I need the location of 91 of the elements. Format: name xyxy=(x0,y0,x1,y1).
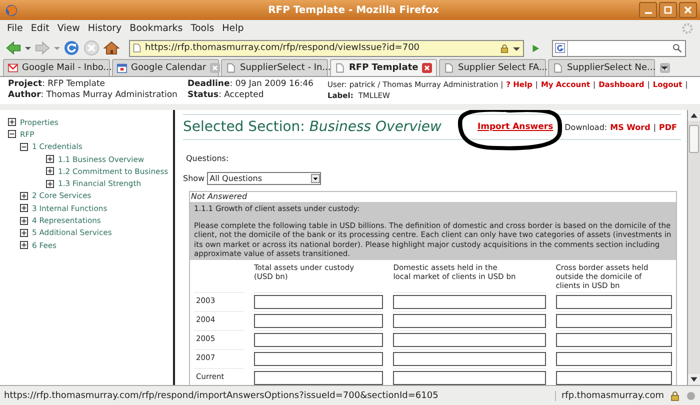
answer-input[interactable] xyxy=(393,333,546,348)
menu-item[interactable]: File xyxy=(3,23,27,34)
browser-tab[interactable]: Google Mail - Inbo... xyxy=(3,59,110,76)
home-button[interactable] xyxy=(103,40,120,56)
dropdown-caret-icon xyxy=(310,174,320,183)
reload-button[interactable] xyxy=(63,40,80,56)
separator-text: | xyxy=(653,122,656,132)
answer-input[interactable] xyxy=(254,352,384,366)
expand-icon[interactable] xyxy=(20,228,28,237)
page-icon xyxy=(553,63,563,73)
back-button[interactable] xyxy=(5,40,22,56)
status-circle-icon xyxy=(686,390,696,400)
show-label: Show xyxy=(183,174,205,183)
status-url-text: https://rfp.thomasmurray.com/rfp/respond/importAnswersOptions?issueId=700&sectionId=6105 xyxy=(4,390,440,400)
activity-gear-icon xyxy=(681,22,694,35)
menu-item[interactable]: View xyxy=(53,23,84,34)
maximize-button[interactable] xyxy=(659,2,677,18)
answer-input[interactable] xyxy=(556,295,672,310)
project-info-text: Author: Thomas Murray Administration xyxy=(8,90,178,101)
expand-icon[interactable] xyxy=(20,216,28,225)
expand-icon[interactable] xyxy=(20,192,28,200)
expand-icon[interactable] xyxy=(20,204,28,212)
answer-input[interactable] xyxy=(254,371,384,385)
answer-status: Not Answered xyxy=(190,192,248,202)
scroll-thumb[interactable] xyxy=(689,125,699,153)
download-label: Download: xyxy=(564,122,608,132)
answer-input[interactable] xyxy=(254,314,384,328)
menu-item[interactable]: Help xyxy=(218,23,248,34)
browser-tab[interactable]: RFP Template xyxy=(330,59,437,76)
answer-input[interactable] xyxy=(556,352,672,366)
scroll-down-arrow-icon[interactable] xyxy=(688,374,700,385)
deadline-info-text: Deadline: 09 Jan 2009 16:46 xyxy=(187,79,314,90)
answer-input[interactable] xyxy=(556,333,672,348)
answer-input[interactable] xyxy=(556,371,672,385)
scrollbar[interactable] xyxy=(687,110,700,385)
deadline-info-text: Status: Accepted xyxy=(187,90,265,101)
menu-item[interactable]: Tools xyxy=(186,23,218,34)
close-icon xyxy=(210,63,220,73)
answer-input[interactable] xyxy=(393,295,546,310)
page-icon xyxy=(444,63,454,73)
minimize-icon xyxy=(644,12,652,14)
collapse-icon[interactable] xyxy=(20,142,28,151)
expand-icon[interactable] xyxy=(46,167,54,176)
answer-input[interactable] xyxy=(254,295,384,310)
address-field[interactable]: https://rfp.thomasmurray.com/rfp/respond/viewIssue?id=700 xyxy=(129,40,524,56)
close-icon xyxy=(660,63,670,73)
page-icon xyxy=(133,43,141,53)
answer-input[interactable] xyxy=(254,333,384,348)
status-host-text: rfp.thomasmurray.com xyxy=(555,390,664,400)
questions-label: Questions: xyxy=(186,154,230,163)
close-icon xyxy=(683,5,693,15)
padlock-icon xyxy=(670,390,680,400)
question-filter-dropdown[interactable]: All Questions xyxy=(206,172,321,185)
download-link[interactable]: PDF xyxy=(659,122,677,132)
search-field[interactable] xyxy=(552,40,686,56)
dropdown-caret-icon[interactable] xyxy=(513,44,520,52)
maximize-icon xyxy=(663,5,673,15)
expand-icon[interactable] xyxy=(20,241,28,250)
answer-input[interactable] xyxy=(556,314,672,328)
search-icon[interactable] xyxy=(672,43,682,53)
import-answers-link[interactable]: Import Answers xyxy=(477,122,554,132)
window-title: RFP Template - Mozilla Firefox xyxy=(267,4,440,16)
padlock-icon xyxy=(500,44,509,52)
browser-tab[interactable]: Google Calendar xyxy=(112,59,219,76)
expand-icon[interactable] xyxy=(46,180,54,188)
answer-input[interactable] xyxy=(393,314,546,328)
minimize-button[interactable] xyxy=(639,2,657,18)
go-button[interactable] xyxy=(530,42,541,54)
collapse-icon[interactable] xyxy=(8,130,16,138)
project-info-text: Project: RFP Template xyxy=(8,79,106,90)
menu-item[interactable]: Bookmarks xyxy=(126,23,187,34)
section-heading: Selected Section: Business Overview xyxy=(183,119,442,135)
search-engine-icon[interactable] xyxy=(553,40,568,56)
browser-tab[interactable]: SupplierSelect - In... xyxy=(221,59,328,76)
download-link[interactable]: MS Word xyxy=(610,122,650,132)
menu-item[interactable]: Edit xyxy=(26,23,54,34)
answer-input[interactable] xyxy=(393,352,546,366)
answer-input[interactable] xyxy=(393,371,546,385)
mail-icon xyxy=(8,63,18,73)
calendar-icon xyxy=(117,63,127,73)
page-icon xyxy=(226,63,236,73)
expand-icon[interactable] xyxy=(8,118,16,126)
back-history-caret-icon[interactable] xyxy=(25,45,31,51)
browser-tab[interactable]: Supplier Select FA... xyxy=(439,59,546,76)
expand-icon[interactable] xyxy=(46,155,54,164)
browser-logo-icon xyxy=(5,4,18,16)
close-icon xyxy=(422,63,432,73)
page-icon xyxy=(335,63,345,73)
scroll-up-arrow-icon[interactable] xyxy=(688,110,700,121)
close-button[interactable] xyxy=(679,2,697,18)
menu-item[interactable]: History xyxy=(84,23,126,34)
